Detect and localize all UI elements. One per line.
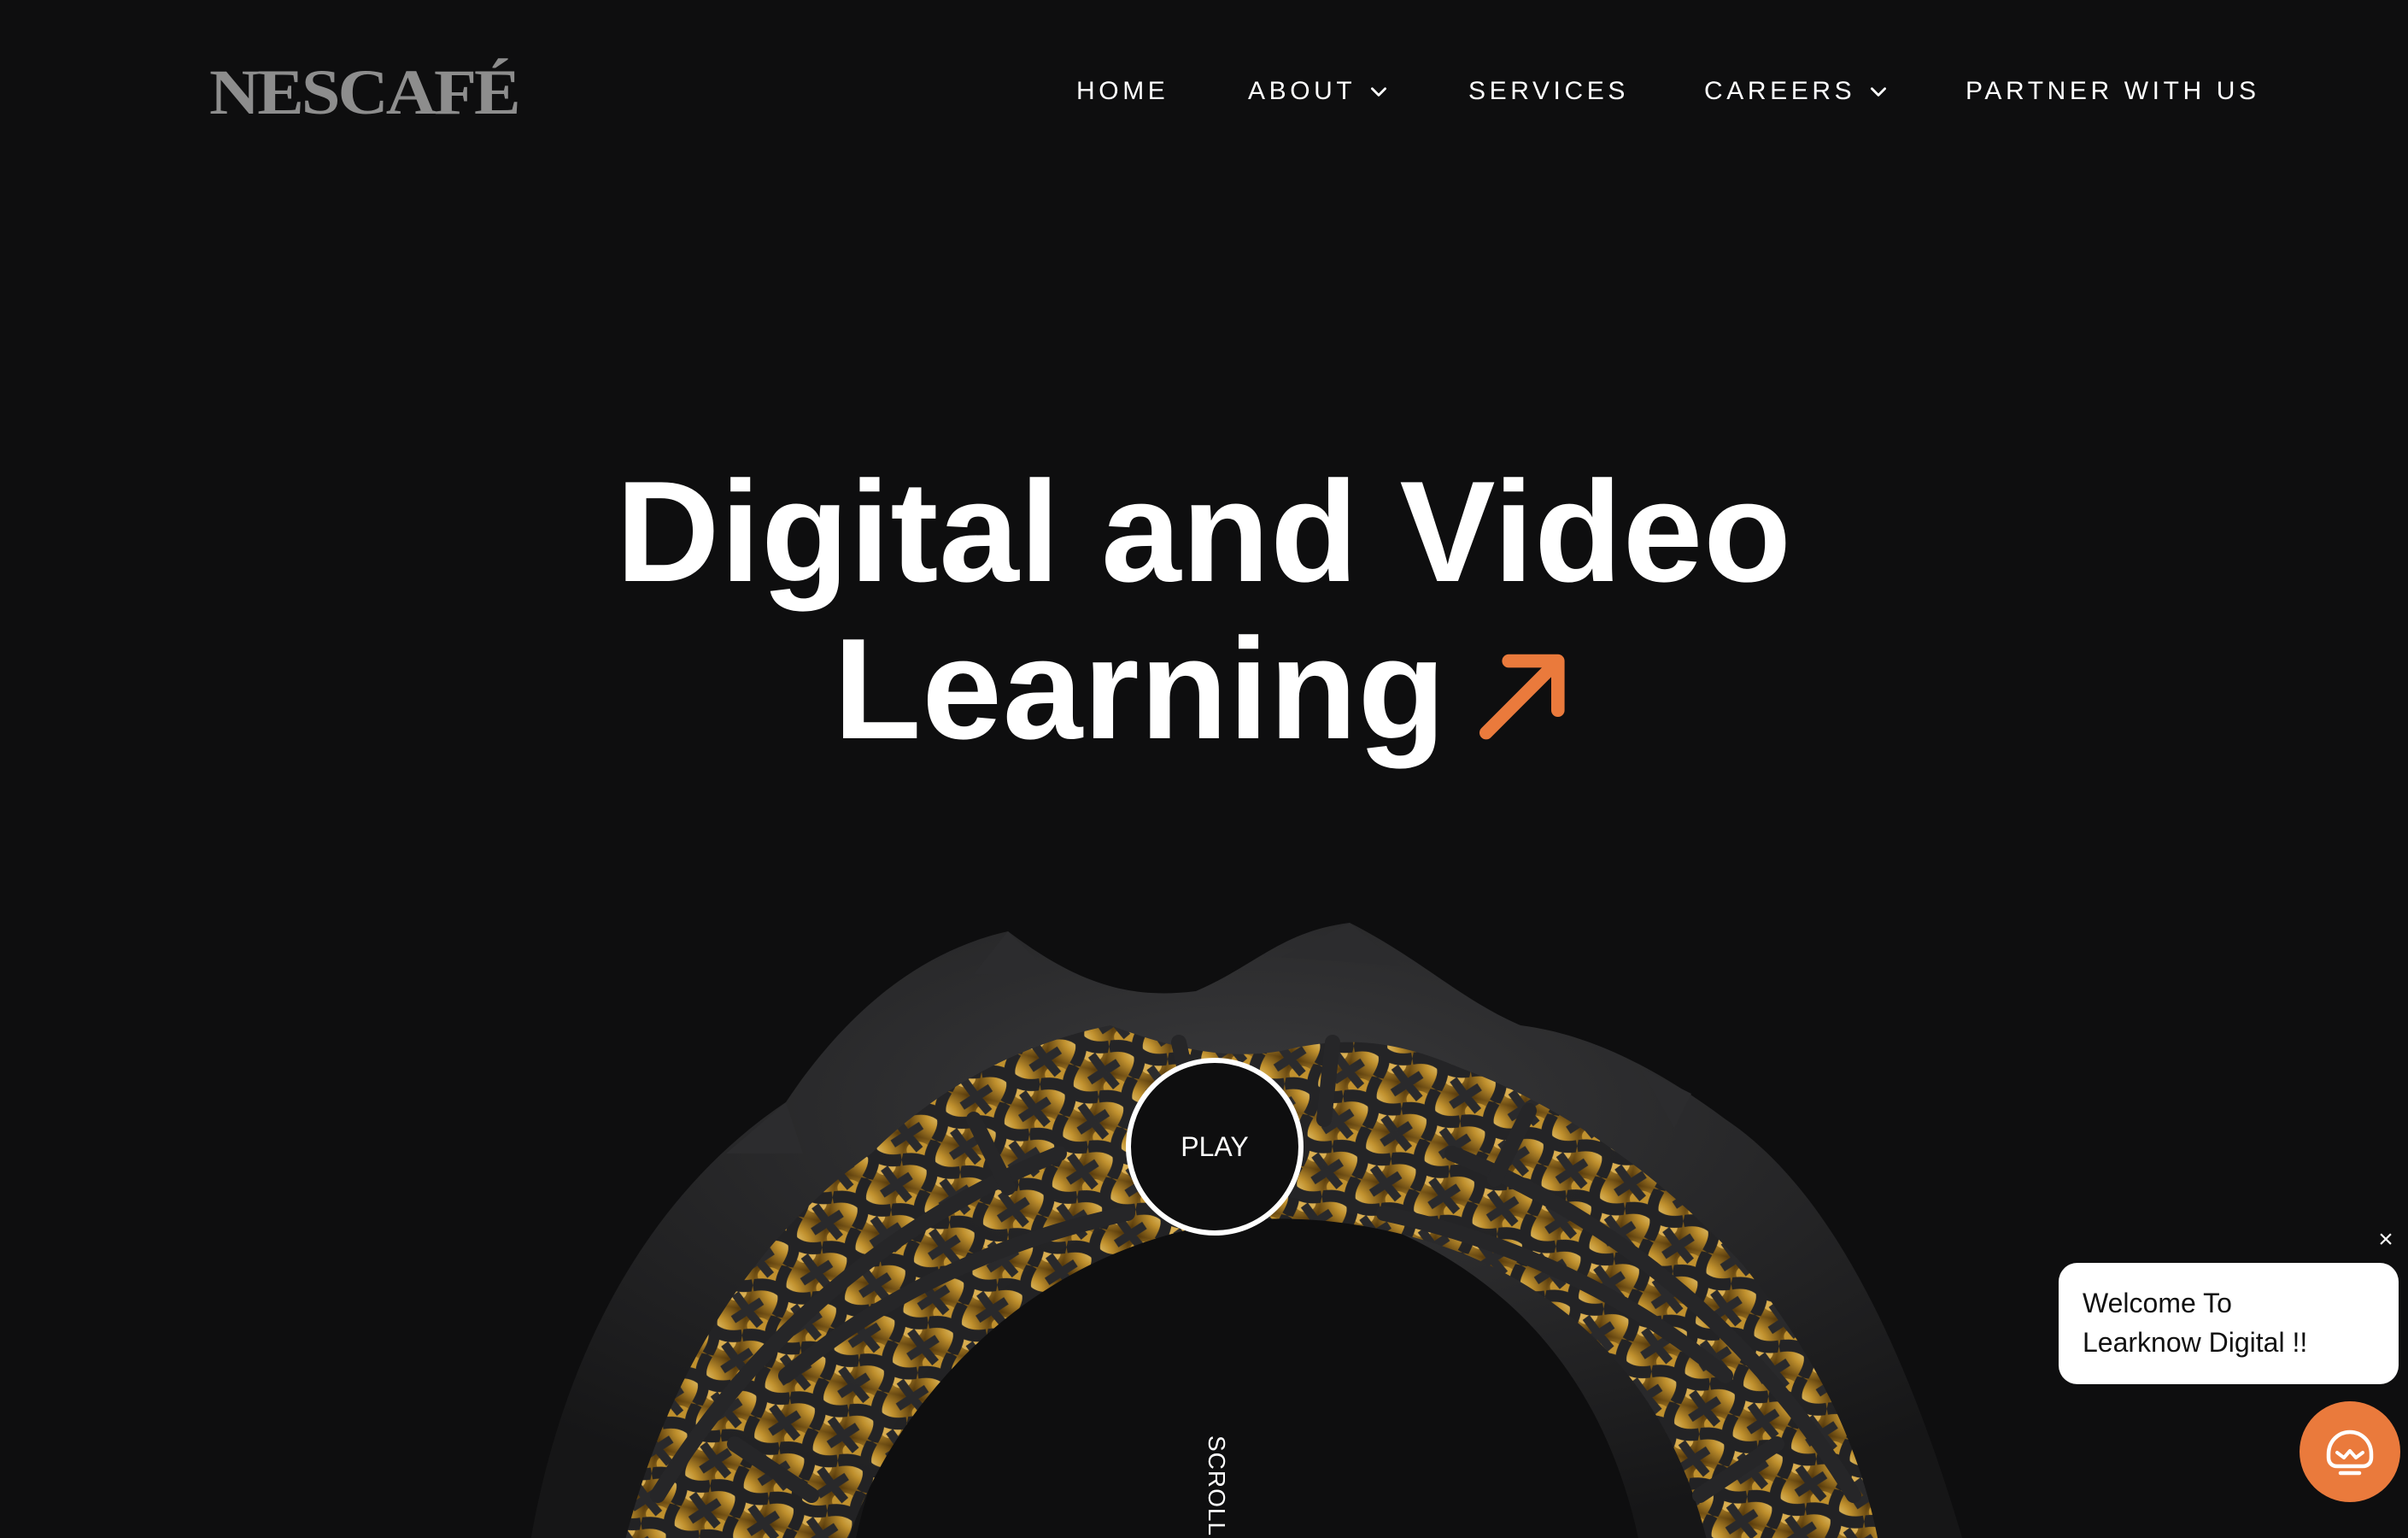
nav-item-label: HOME <box>1076 77 1169 105</box>
hero-title: Digital and Video Learning <box>0 453 2408 767</box>
nav-item-about[interactable]: ABOUT <box>1248 70 1390 113</box>
chat-launcher-button[interactable] <box>2300 1401 2400 1502</box>
main-nav: HOME ABOUT SERVICES CAREERS PARTNER WITH… <box>0 70 2408 113</box>
hero-title-line-1: Digital and Video <box>616 451 1792 612</box>
nav-item-label: ABOUT <box>1248 77 1356 105</box>
chevron-down-icon <box>1871 87 1887 97</box>
chat-welcome-bubble[interactable]: Welcome To Learknow Digital !! <box>2059 1263 2399 1384</box>
hero-title-line-2-text: Learning <box>833 608 1447 769</box>
play-button[interactable]: PLAY <box>1126 1058 1304 1236</box>
arrow-up-right-icon <box>1479 654 1565 740</box>
nav-item-partner-with-us[interactable]: PARTNER WITH US <box>1966 70 2260 113</box>
nav-item-services[interactable]: SERVICES <box>1468 70 1629 113</box>
page: NESCAFÉ HOME ABOUT SERVICES CAREERS PART… <box>0 0 2408 1538</box>
nav-item-careers[interactable]: CAREERS <box>1704 70 1889 113</box>
scroll-indicator[interactable]: SCROLL <box>1203 1435 1230 1536</box>
nav-item-label: CAREERS <box>1704 77 1856 105</box>
nav-item-label: SERVICES <box>1468 77 1629 105</box>
hero-title-line-2: Learning <box>0 610 2408 767</box>
nav-item-label: PARTNER WITH US <box>1966 77 2260 105</box>
nav-item-home[interactable]: HOME <box>1076 70 1169 113</box>
chat-bot-icon <box>2326 1429 2374 1476</box>
chat-close-button[interactable]: × <box>2373 1227 2399 1253</box>
play-button-label: PLAY <box>1181 1130 1249 1162</box>
chevron-down-icon <box>1371 87 1387 97</box>
chat-welcome-line-2: Learknow Digital !! <box>2083 1327 2308 1358</box>
chat-welcome-line-1: Welcome To <box>2083 1288 2232 1318</box>
